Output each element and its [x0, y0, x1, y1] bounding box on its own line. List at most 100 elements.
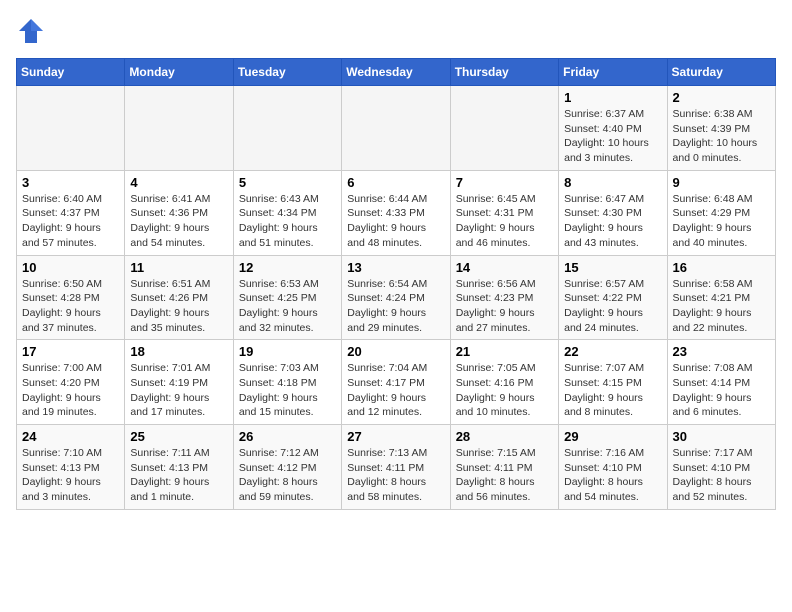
week-row-5: 24 Sunrise: 7:10 AM Sunset: 4:13 PM Dayli…	[17, 425, 776, 510]
day-cell: 4 Sunrise: 6:41 AM Sunset: 4:36 PM Daylig…	[125, 170, 233, 255]
day-info: Sunrise: 6:53 AM Sunset: 4:25 PM Dayligh…	[239, 277, 336, 336]
day-cell: 5Sunrise: 6:43 AM Sunset: 4:34 PM Daylig…	[233, 170, 341, 255]
day-info: Sunrise: 6:45 AM Sunset: 4:31 PM Dayligh…	[456, 192, 553, 251]
day-number: 25	[130, 429, 227, 444]
day-cell: 16 Sunrise: 6:58 AM Sunset: 4:21 PM Dayli…	[667, 255, 775, 340]
day-cell: 13 Sunrise: 6:54 AM Sunset: 4:24 PM Dayli…	[342, 255, 450, 340]
week-row-4: 17 Sunrise: 7:00 AM Sunset: 4:20 PM Dayli…	[17, 340, 776, 425]
day-cell: 28Sunrise: 7:15 AM Sunset: 4:11 PM Dayli…	[450, 425, 558, 510]
day-number: 27	[347, 429, 444, 444]
header-day-saturday: Saturday	[667, 59, 775, 86]
page-header	[16, 16, 776, 46]
day-number: 20	[347, 344, 444, 359]
day-cell	[17, 86, 125, 171]
day-info: Sunrise: 6:37 AM Sunset: 4:40 PM Dayligh…	[564, 107, 661, 166]
day-info: Sunrise: 6:58 AM Sunset: 4:21 PM Dayligh…	[673, 277, 770, 336]
day-cell: 6Sunrise: 6:44 AM Sunset: 4:33 PM Daylig…	[342, 170, 450, 255]
day-number: 2	[673, 90, 770, 105]
header-day-tuesday: Tuesday	[233, 59, 341, 86]
day-cell: 29Sunrise: 7:16 AM Sunset: 4:10 PM Dayli…	[559, 425, 667, 510]
day-cell: 2 Sunrise: 6:38 AM Sunset: 4:39 PM Daylig…	[667, 86, 775, 171]
day-number: 10	[22, 260, 119, 275]
day-info: Sunrise: 6:48 AM Sunset: 4:29 PM Dayligh…	[673, 192, 770, 251]
logo-icon	[16, 16, 46, 46]
day-cell: 20 Sunrise: 7:04 AM Sunset: 4:17 PM Dayli…	[342, 340, 450, 425]
day-info: Sunrise: 6:54 AM Sunset: 4:24 PM Dayligh…	[347, 277, 444, 336]
day-number: 22	[564, 344, 661, 359]
day-info: Sunrise: 7:07 AM Sunset: 4:15 PM Dayligh…	[564, 361, 661, 420]
day-cell	[450, 86, 558, 171]
day-number: 8	[564, 175, 661, 190]
day-number: 17	[22, 344, 119, 359]
header-day-friday: Friday	[559, 59, 667, 86]
calendar-body: 1 Sunrise: 6:37 AM Sunset: 4:40 PM Daylig…	[17, 86, 776, 510]
day-cell: 26 Sunrise: 7:12 AM Sunset: 4:12 PM Dayli…	[233, 425, 341, 510]
calendar: SundayMondayTuesdayWednesdayThursdayFrid…	[16, 58, 776, 510]
day-cell: 24 Sunrise: 7:10 AM Sunset: 4:13 PM Dayli…	[17, 425, 125, 510]
day-number: 26	[239, 429, 336, 444]
header-row: SundayMondayTuesdayWednesdayThursdayFrid…	[17, 59, 776, 86]
header-day-monday: Monday	[125, 59, 233, 86]
header-day-thursday: Thursday	[450, 59, 558, 86]
day-number: 24	[22, 429, 119, 444]
day-number: 1	[564, 90, 661, 105]
day-number: 19	[239, 344, 336, 359]
day-info: Sunrise: 6:56 AM Sunset: 4:23 PM Dayligh…	[456, 277, 553, 336]
day-number: 6	[347, 175, 444, 190]
day-cell: 8 Sunrise: 6:47 AM Sunset: 4:30 PM Daylig…	[559, 170, 667, 255]
day-cell: 12 Sunrise: 6:53 AM Sunset: 4:25 PM Dayli…	[233, 255, 341, 340]
day-info: Sunrise: 6:57 AM Sunset: 4:22 PM Dayligh…	[564, 277, 661, 336]
day-info: Sunrise: 7:13 AM Sunset: 4:11 PM Dayligh…	[347, 446, 444, 505]
week-row-1: 1 Sunrise: 6:37 AM Sunset: 4:40 PM Daylig…	[17, 86, 776, 171]
day-number: 4	[130, 175, 227, 190]
day-cell	[125, 86, 233, 171]
day-info: Sunrise: 7:10 AM Sunset: 4:13 PM Dayligh…	[22, 446, 119, 505]
day-info: Sunrise: 7:01 AM Sunset: 4:19 PM Dayligh…	[130, 361, 227, 420]
day-cell: 23Sunrise: 7:08 AM Sunset: 4:14 PM Dayli…	[667, 340, 775, 425]
day-number: 12	[239, 260, 336, 275]
day-info: Sunrise: 6:50 AM Sunset: 4:28 PM Dayligh…	[22, 277, 119, 336]
day-cell: 18 Sunrise: 7:01 AM Sunset: 4:19 PM Dayli…	[125, 340, 233, 425]
day-cell: 30 Sunrise: 7:17 AM Sunset: 4:10 PM Dayli…	[667, 425, 775, 510]
day-number: 21	[456, 344, 553, 359]
day-info: Sunrise: 6:41 AM Sunset: 4:36 PM Dayligh…	[130, 192, 227, 251]
day-info: Sunrise: 6:40 AM Sunset: 4:37 PM Dayligh…	[22, 192, 119, 251]
day-number: 23	[673, 344, 770, 359]
day-cell: 10 Sunrise: 6:50 AM Sunset: 4:28 PM Dayli…	[17, 255, 125, 340]
day-cell: 17 Sunrise: 7:00 AM Sunset: 4:20 PM Dayli…	[17, 340, 125, 425]
day-cell: 9 Sunrise: 6:48 AM Sunset: 4:29 PM Daylig…	[667, 170, 775, 255]
day-number: 13	[347, 260, 444, 275]
header-day-wednesday: Wednesday	[342, 59, 450, 86]
day-info: Sunrise: 7:15 AM Sunset: 4:11 PM Dayligh…	[456, 446, 553, 505]
day-info: Sunrise: 7:16 AM Sunset: 4:10 PM Dayligh…	[564, 446, 661, 505]
day-cell: 3 Sunrise: 6:40 AM Sunset: 4:37 PM Daylig…	[17, 170, 125, 255]
day-info: Sunrise: 7:17 AM Sunset: 4:10 PM Dayligh…	[673, 446, 770, 505]
week-row-2: 3 Sunrise: 6:40 AM Sunset: 4:37 PM Daylig…	[17, 170, 776, 255]
day-cell: 22 Sunrise: 7:07 AM Sunset: 4:15 PM Dayli…	[559, 340, 667, 425]
day-info: Sunrise: 6:47 AM Sunset: 4:30 PM Dayligh…	[564, 192, 661, 251]
day-cell	[342, 86, 450, 171]
day-number: 30	[673, 429, 770, 444]
day-info: Sunrise: 7:12 AM Sunset: 4:12 PM Dayligh…	[239, 446, 336, 505]
day-number: 14	[456, 260, 553, 275]
day-cell: 1 Sunrise: 6:37 AM Sunset: 4:40 PM Daylig…	[559, 86, 667, 171]
day-number: 18	[130, 344, 227, 359]
day-info: Sunrise: 7:04 AM Sunset: 4:17 PM Dayligh…	[347, 361, 444, 420]
day-info: Sunrise: 6:38 AM Sunset: 4:39 PM Dayligh…	[673, 107, 770, 166]
day-cell: 19 Sunrise: 7:03 AM Sunset: 4:18 PM Dayli…	[233, 340, 341, 425]
day-number: 15	[564, 260, 661, 275]
day-number: 16	[673, 260, 770, 275]
header-day-sunday: Sunday	[17, 59, 125, 86]
day-cell: 7Sunrise: 6:45 AM Sunset: 4:31 PM Daylig…	[450, 170, 558, 255]
day-cell: 27 Sunrise: 7:13 AM Sunset: 4:11 PM Dayli…	[342, 425, 450, 510]
day-info: Sunrise: 7:00 AM Sunset: 4:20 PM Dayligh…	[22, 361, 119, 420]
day-info: Sunrise: 7:03 AM Sunset: 4:18 PM Dayligh…	[239, 361, 336, 420]
week-row-3: 10 Sunrise: 6:50 AM Sunset: 4:28 PM Dayli…	[17, 255, 776, 340]
logo	[16, 16, 50, 46]
day-cell: 25 Sunrise: 7:11 AM Sunset: 4:13 PM Dayli…	[125, 425, 233, 510]
day-number: 9	[673, 175, 770, 190]
day-cell: 14 Sunrise: 6:56 AM Sunset: 4:23 PM Dayli…	[450, 255, 558, 340]
day-number: 3	[22, 175, 119, 190]
day-number: 5	[239, 175, 336, 190]
day-info: Sunrise: 7:11 AM Sunset: 4:13 PM Dayligh…	[130, 446, 227, 505]
